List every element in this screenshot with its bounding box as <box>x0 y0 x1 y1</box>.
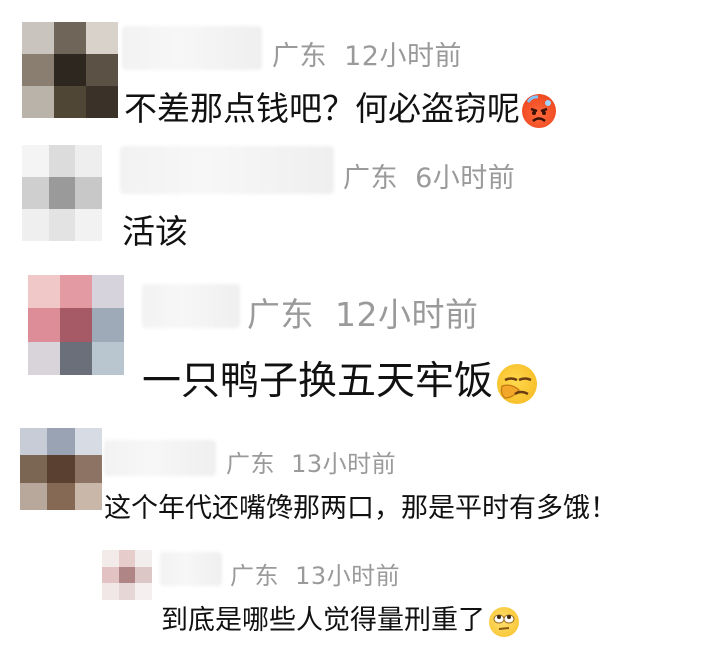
avatar-mosaic-cell <box>60 308 92 342</box>
face-palm-emoji <box>497 363 538 404</box>
avatar-mosaic-cell <box>135 550 152 567</box>
avatar-mosaic-cell <box>47 482 75 510</box>
avatar-mosaic-cell <box>54 54 86 86</box>
avatar-mosaic-cell <box>92 308 124 342</box>
comment-location: 广东 <box>230 562 279 590</box>
comment-text-content: 一只鸭子换五天牢饭 <box>142 359 494 404</box>
comment-time: 13小时前 <box>291 450 397 478</box>
comment-text-content: 这个年代还嘴馋那两口，那是平时有多饿！ <box>104 493 617 524</box>
avatar-mosaic-cell <box>74 455 102 483</box>
avatar-mosaic-cell <box>22 54 54 86</box>
avatar-mosaic-cell <box>102 583 119 600</box>
avatar-mosaic-cell <box>22 209 49 241</box>
comment-text-content: 到底是哪些人觉得量刑重了 <box>161 605 485 636</box>
avatar-mosaic-cell <box>75 209 102 241</box>
avatar-mosaic-cell <box>48 177 76 209</box>
avatar-mosaic-cell <box>118 566 136 584</box>
avatar-mosaic-cell <box>92 341 124 375</box>
avatar-mosaic-cell <box>102 566 119 584</box>
comment-time: 6小时前 <box>415 163 516 194</box>
avatar-mosaic-cell <box>20 482 48 510</box>
avatar-mosaic-cell <box>28 308 60 342</box>
comment-meta: 广东 12小时前 <box>272 34 462 73</box>
avatar[interactable] <box>22 145 102 241</box>
comment-time: 13小时前 <box>295 562 401 590</box>
avatar-mosaic-cell <box>47 428 75 456</box>
avatar-mosaic-cell <box>28 341 60 375</box>
username-blurred[interactable] <box>122 26 262 70</box>
avatar-mosaic-cell <box>22 145 49 177</box>
comment-meta: 广东 12小时前 <box>247 288 479 336</box>
avatar[interactable] <box>22 22 118 118</box>
avatar-mosaic-cell <box>74 428 102 456</box>
comment-text: 一只鸭子换五天牢饭 <box>142 350 538 406</box>
avatar[interactable] <box>28 275 124 375</box>
avatar-mosaic-cell <box>75 177 102 209</box>
avatar-mosaic-cell <box>22 177 49 209</box>
comment-location: 广东 <box>343 163 398 194</box>
avatar-mosaic-cell <box>74 482 102 510</box>
comment-text: 活该 <box>122 205 188 253</box>
avatar-mosaic-cell <box>135 566 152 584</box>
comment-location: 广东 <box>226 450 275 478</box>
avatar-mosaic-cell <box>118 550 136 567</box>
avatar-mosaic-cell <box>22 22 54 54</box>
avatar-mosaic-cell <box>60 341 92 375</box>
avatar-mosaic-cell <box>86 22 118 54</box>
avatar-mosaic-cell <box>54 22 86 54</box>
avatar-mosaic-cell <box>86 86 118 118</box>
avatar[interactable] <box>20 428 102 510</box>
avatar-mosaic-cell <box>22 86 54 118</box>
avatar-mosaic-cell <box>86 54 118 86</box>
angry-sweat-emoji <box>522 93 556 128</box>
comment-location: 广东 <box>247 295 314 334</box>
comment-text: 这个年代还嘴馋那两口，那是平时有多饿！ <box>104 486 617 525</box>
avatar-mosaic-cell <box>20 455 48 483</box>
avatar-mosaic-cell <box>135 583 152 600</box>
comment-meta: 广东 6小时前 <box>343 156 515 195</box>
comment-location: 广东 <box>272 41 327 72</box>
username-blurred[interactable] <box>142 284 240 328</box>
comment-time: 12小时前 <box>335 295 479 334</box>
avatar-mosaic-cell <box>118 583 136 600</box>
avatar-mosaic-cell <box>92 275 124 309</box>
avatar-mosaic-cell <box>47 455 75 483</box>
avatar-mosaic-cell <box>75 145 102 177</box>
username-blurred[interactable] <box>160 552 222 586</box>
username-blurred[interactable] <box>120 146 334 194</box>
comment-meta: 广东 13小时前 <box>226 444 396 479</box>
comment-time: 12小时前 <box>344 41 462 72</box>
avatar-mosaic-cell <box>54 86 86 118</box>
comment-text-content: 不差那点钱吧？何必盗窃呢 <box>124 89 520 128</box>
username-blurred[interactable] <box>104 440 216 476</box>
comment-text-content: 活该 <box>122 212 188 251</box>
comment-meta: 广东 13小时前 <box>230 556 400 591</box>
avatar[interactable] <box>102 550 152 600</box>
avatar-mosaic-cell <box>28 275 60 309</box>
avatar-mosaic-cell <box>60 275 92 309</box>
avatar-mosaic-cell <box>102 550 119 567</box>
comment-text: 不差那点钱吧？何必盗窃呢 <box>124 82 556 130</box>
avatar-mosaic-cell <box>20 428 48 456</box>
eye-roll-emoji <box>489 606 519 637</box>
comment-text: 到底是哪些人觉得量刑重了 <box>161 598 519 637</box>
avatar-mosaic-cell <box>48 145 76 177</box>
avatar-mosaic-cell <box>48 209 76 241</box>
